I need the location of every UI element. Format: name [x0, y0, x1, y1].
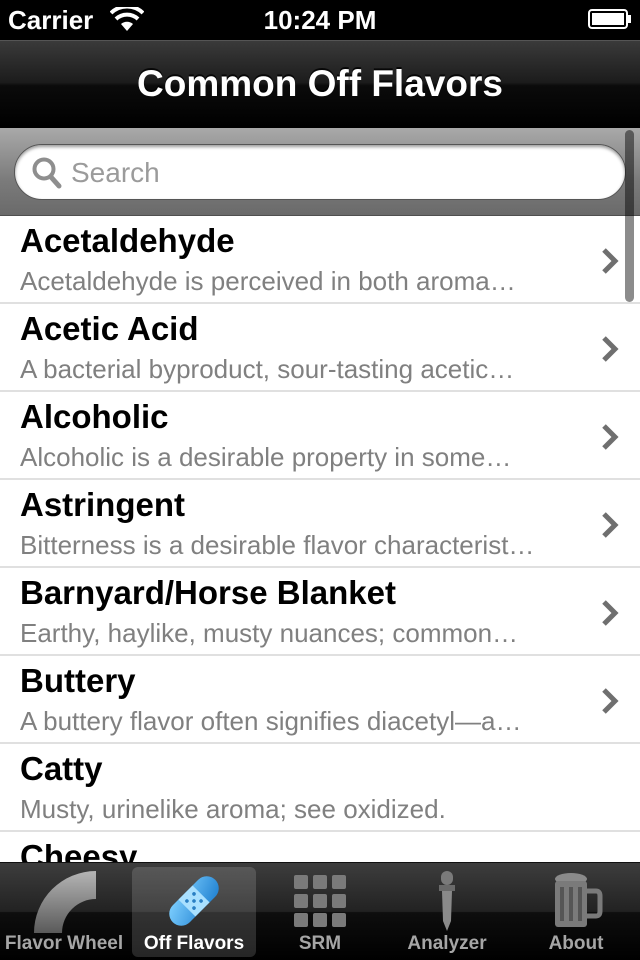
list-item-title: Alcoholic: [20, 398, 169, 435]
status-bar: Carrier 10:24 PM: [0, 0, 640, 40]
list-item-subtitle: Earthy, haylike, musty nuances; common…: [20, 618, 519, 648]
tab-label: Off Flavors: [143, 933, 245, 954]
list-item-title: Buttery: [20, 662, 136, 699]
list-item[interactable]: Acetaldehyde Acetaldehyde is perceived i…: [0, 216, 640, 304]
clock: 10:24 PM: [263, 5, 377, 35]
tab-analyzer[interactable]: Analyzer: [385, 867, 509, 957]
list-item-title: Acetic Acid: [20, 310, 199, 347]
battery-icon: [588, 9, 631, 29]
tab-label: About: [548, 933, 604, 954]
tab-off-flavors[interactable]: Off Flavors: [132, 867, 256, 957]
page-title: Common Off Flavors: [137, 63, 503, 104]
search-icon: [32, 157, 62, 189]
chevron-right-icon: [602, 512, 619, 538]
grid-icon: [294, 875, 346, 927]
chevron-right-icon: [602, 424, 619, 450]
beer-mug-icon: [555, 873, 603, 927]
list-item[interactable]: Cheesy: [0, 832, 640, 862]
chevron-right-icon: [602, 248, 619, 274]
flavor-wheel-icon: [34, 871, 96, 933]
list-item-title: Cheesy: [20, 838, 138, 862]
tab-about[interactable]: About: [514, 867, 638, 957]
list-item[interactable]: Barnyard/Horse Blanket Earthy, haylike, …: [0, 568, 640, 656]
list-item-subtitle: Musty, urinelike aroma; see oxidized.: [20, 794, 446, 824]
tab-label: Analyzer: [407, 933, 487, 954]
tab-srm[interactable]: SRM: [258, 867, 382, 957]
chevron-right-icon: [602, 688, 619, 714]
list-item[interactable]: Acetic Acid A bacterial byproduct, sour-…: [0, 304, 640, 392]
dropper-icon: [439, 871, 455, 931]
list-item-title: Acetaldehyde: [20, 222, 235, 259]
list-item-title: Catty: [20, 750, 103, 787]
tab-bar: Flavor Wheel Off Flavors SRM Analyzer Ab…: [0, 862, 640, 960]
search-input[interactable]: Search: [14, 144, 626, 200]
list-item[interactable]: Catty Musty, urinelike aroma; see oxidiz…: [0, 744, 640, 832]
search-placeholder: Search: [71, 157, 160, 188]
list-item-subtitle: A buttery flavor often signifies diacety…: [20, 706, 522, 736]
list-item[interactable]: Buttery A buttery flavor often signifies…: [0, 656, 640, 744]
chevron-right-icon: [602, 336, 619, 362]
tab-flavor-wheel[interactable]: Flavor Wheel: [2, 867, 126, 957]
list-item-subtitle: Bitterness is a desirable flavor charact…: [20, 530, 535, 560]
list-item-subtitle: A bacterial byproduct, sour-tasting acet…: [20, 354, 515, 384]
list-item[interactable]: Alcoholic Alcoholic is a desirable prope…: [0, 392, 640, 480]
bandage-icon: [169, 876, 219, 926]
navigation-bar: Common Off Flavors: [0, 40, 640, 128]
chevron-right-icon: [602, 600, 619, 626]
tab-label: Flavor Wheel: [4, 933, 124, 954]
list-item-subtitle: Alcoholic is a desirable property in som…: [20, 442, 512, 472]
flavor-list[interactable]: Acetaldehyde Acetaldehyde is perceived i…: [0, 216, 640, 862]
tab-label: SRM: [298, 933, 342, 954]
list-item[interactable]: Astringent Bitterness is a desirable fla…: [0, 480, 640, 568]
scroll-indicator[interactable]: [625, 130, 634, 302]
list-item-subtitle: Acetaldehyde is perceived in both aroma…: [20, 266, 516, 296]
list-item-title: Barnyard/Horse Blanket: [20, 574, 396, 611]
search-bar: Search: [0, 128, 640, 216]
list-item-title: Astringent: [20, 486, 185, 523]
